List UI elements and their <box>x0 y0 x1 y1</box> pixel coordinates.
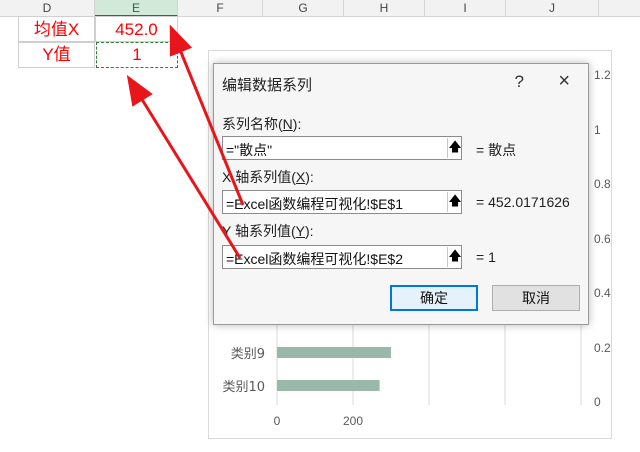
cancel-button[interactable]: 取消 <box>492 285 580 311</box>
column-header-j[interactable]: J <box>506 0 599 16</box>
y-tick-label: 0.8 <box>594 177 611 191</box>
x-values-label-end: ): <box>305 169 314 185</box>
x-values-value: =Excel函数编程可视化!$E$1 <box>226 196 403 212</box>
column-header-d[interactable]: D <box>0 0 95 16</box>
y-values-label: Y 轴系列值(Y): <box>222 221 314 241</box>
ok-button[interactable]: 确定 <box>390 285 478 311</box>
close-button[interactable]: × <box>558 70 570 93</box>
help-button[interactable]: ? <box>515 72 524 92</box>
x-values-input[interactable]: =Excel函数编程可视化!$E$1 🡅 <box>222 190 462 214</box>
x-values-result: = 452.0171626 <box>476 194 570 210</box>
bar[interactable] <box>277 380 380 391</box>
column-header-e[interactable]: E <box>95 0 178 17</box>
category-label: 类别9 <box>231 347 265 362</box>
x-tick-label: 200 <box>343 414 363 428</box>
column-header-g[interactable]: G <box>263 0 344 16</box>
y-values-result: = 1 <box>476 249 496 265</box>
y-tick-label: 0 <box>594 395 601 409</box>
series-name-result: = 散点 <box>476 142 517 158</box>
series-name-label-text: 系列名称( <box>222 116 283 132</box>
y-tick-label: 0.4 <box>594 286 611 300</box>
y-tick-label: 1 <box>594 123 601 137</box>
y-values-value: =Excel函数编程可视化!$E$2 <box>226 251 403 267</box>
x-values-accesskey: X <box>295 169 306 185</box>
series-name-input[interactable]: ="散点" 🡅 <box>222 136 462 160</box>
y-tick-label: 0.2 <box>594 341 611 355</box>
x-tick-label: 0 <box>274 414 281 428</box>
cell-e1[interactable]: 452.0 <box>95 16 178 42</box>
y-values-accesskey: Y <box>295 223 305 239</box>
column-header-h[interactable]: H <box>344 0 425 16</box>
category-label: 类别10 <box>222 380 265 395</box>
y-values-input[interactable]: =Excel函数编程可视化!$E$2 🡅 <box>222 245 462 269</box>
series-name-value: ="散点" <box>226 142 273 158</box>
y-values-label-text: Y 轴系列值( <box>222 223 296 239</box>
x-values-label: X 轴系列值(X): <box>222 167 314 187</box>
cell-e2[interactable]: 1 <box>96 42 178 68</box>
x-values-label-text: X 轴系列值( <box>222 169 296 185</box>
series-name-label: 系列名称(N): <box>222 114 301 134</box>
edit-series-dialog: 编辑数据系列 ? × 系列名称(N): ="散点" 🡅 = 散点 X 轴系列值(… <box>213 63 589 325</box>
y-values-label-end: ): <box>304 223 314 239</box>
series-name-label-end: ): <box>292 116 302 132</box>
series-name-accesskey: N <box>282 116 293 132</box>
collapse-ref-icon[interactable]: 🡅 <box>447 247 461 267</box>
column-header-row: D E F G H I J <box>0 0 640 17</box>
cell-d1[interactable]: 均值X <box>18 16 95 42</box>
y-tick-label: 0.6 <box>594 232 611 246</box>
y-tick-label: 1.2 <box>594 68 611 82</box>
bar[interactable] <box>277 347 391 358</box>
collapse-ref-icon[interactable]: 🡅 <box>447 192 461 212</box>
cell-d2[interactable]: Y值 <box>18 42 95 68</box>
collapse-ref-icon[interactable]: 🡅 <box>447 138 461 158</box>
dialog-title: 编辑数据系列 <box>222 77 313 94</box>
column-header-i[interactable]: I <box>425 0 506 16</box>
column-header-f[interactable]: F <box>178 0 263 16</box>
